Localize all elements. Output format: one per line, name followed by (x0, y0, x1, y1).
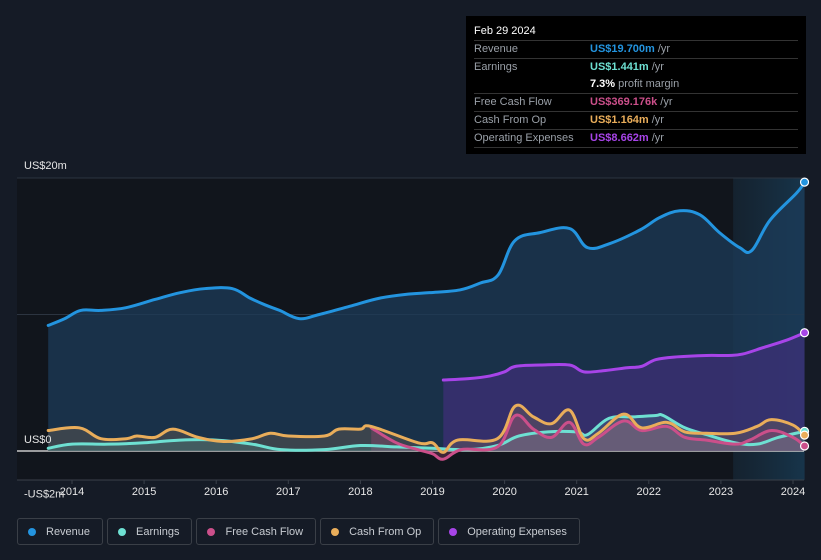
tooltip-row: Free Cash Flow US$369.176k/yr (474, 94, 798, 112)
tooltip-label: Operating Expenses (474, 132, 574, 144)
legend-label: Cash From Op (349, 525, 422, 538)
tooltip-label: Earnings (474, 61, 518, 73)
tooltip-unit: profit margin (618, 78, 680, 90)
legend-label: Revenue (46, 525, 91, 538)
legend-dot-icon (28, 527, 36, 536)
x-tick-label: 2017 (276, 486, 300, 498)
tooltip-value: US$1.164m (590, 114, 649, 126)
x-tick-label: 2019 (420, 486, 444, 498)
legend-dot-icon (331, 527, 340, 536)
legend-dot-icon (118, 527, 127, 536)
x-tick-label: 2018 (348, 486, 372, 498)
legend-dot-icon (207, 527, 216, 536)
x-tick-label: 2024 (781, 486, 805, 498)
tooltip-unit: /yr (651, 61, 664, 73)
tooltip-label: Free Cash Flow (474, 96, 552, 108)
x-tick-label: 2016 (204, 486, 228, 498)
revenue-endpoint-marker (799, 177, 810, 187)
tooltip-row: Earnings US$1.441m/yr (474, 59, 798, 76)
y-tick-label: -US$2m (24, 488, 64, 500)
legend-item-earnings[interactable]: Earnings (107, 518, 193, 545)
tooltip-label: Revenue (474, 43, 519, 55)
y-tick-label: US$0 (24, 434, 52, 446)
tooltip-value: US$19.700m (590, 43, 655, 55)
x-tick-label: 2023 (709, 486, 733, 498)
y-tick-label: US$20m (24, 160, 67, 172)
tooltip-panel: Feb 29 2024 Revenue US$19.700m/yr Earnings… (466, 16, 806, 154)
legend-item-cash-from-op[interactable]: Cash From Op (320, 518, 435, 545)
tooltip-value: US$1.441m (590, 61, 649, 73)
operating-expenses-endpoint-marker (799, 328, 810, 338)
legend-label: Earnings (136, 525, 180, 538)
x-tick-label: 2014 (60, 486, 84, 498)
x-tick-label: 2021 (564, 486, 588, 498)
tooltip-row: Revenue US$19.700m/yr (474, 41, 798, 59)
tooltip-unit: /yr (660, 96, 673, 108)
tooltip-value: US$369.176k (590, 96, 658, 108)
free-cash-flow-endpoint-marker (799, 441, 810, 451)
tooltip-unit: /yr (651, 114, 664, 126)
tooltip-date: Feb 29 2024 (474, 22, 798, 41)
legend-item-operating-expenses[interactable]: Operating Expenses (438, 518, 580, 545)
legend: Revenue Earnings Free Cash Flow Cash From O… (17, 518, 580, 545)
tooltip-value: US$8.662m (590, 132, 649, 144)
legend-item-free-cash-flow[interactable]: Free Cash Flow (196, 518, 317, 545)
tooltip-unit: /yr (657, 43, 671, 55)
tooltip-row: Operating Expenses US$8.662m/yr (474, 130, 798, 148)
legend-dot-icon (449, 527, 458, 536)
cash-from-op-endpoint-marker (799, 430, 810, 440)
tooltip-row: Cash From Op US$1.164m/yr (474, 112, 798, 130)
x-tick-label: 2020 (492, 486, 516, 498)
x-tick-label: 2015 (132, 486, 156, 498)
legend-item-revenue[interactable]: Revenue (17, 518, 104, 545)
legend-label: Operating Expenses (467, 525, 567, 538)
tooltip-row: 7.3% profit margin (474, 76, 798, 94)
legend-label: Free Cash Flow (225, 525, 304, 538)
tooltip-unit: /yr (651, 132, 664, 144)
tooltip-label: Cash From Op (474, 114, 547, 126)
tooltip-label (474, 76, 590, 93)
x-tick-label: 2022 (637, 486, 661, 498)
tooltip-value: 7.3% (590, 78, 616, 90)
